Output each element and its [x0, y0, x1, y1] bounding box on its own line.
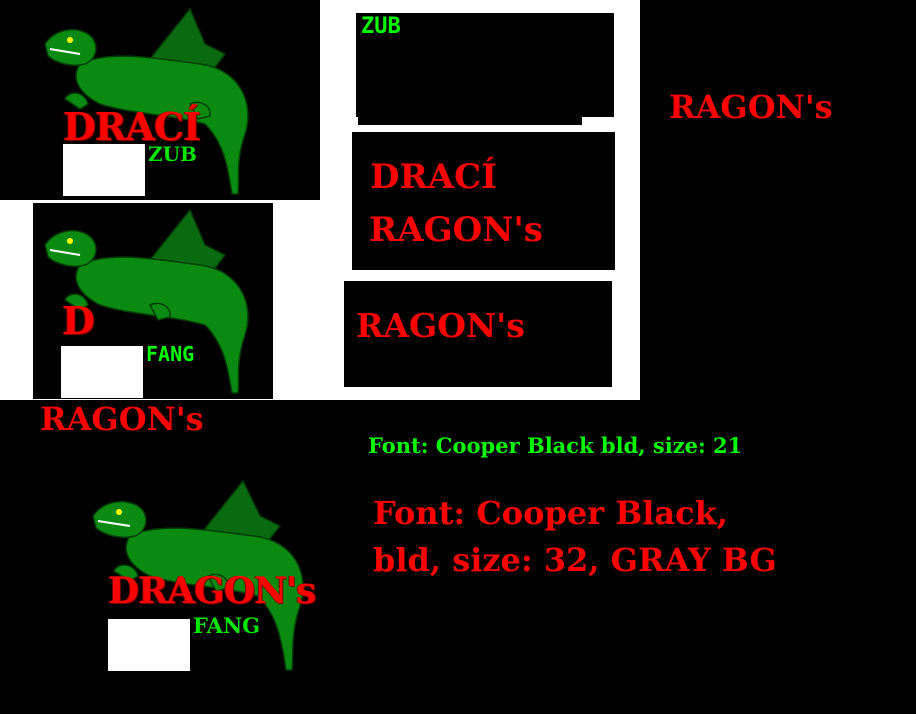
box-zub-text: ZUB	[361, 14, 401, 39]
box-zub-underline	[358, 117, 582, 125]
left-ragon-text: RAGON's	[40, 400, 204, 438]
box-ragon-text: RAGON's	[356, 306, 525, 345]
box-draci-line-1: DRACÍ	[370, 157, 498, 197]
panel-2-main-word: D	[62, 298, 95, 343]
right-ragon-text: RAGON's	[669, 88, 833, 126]
font-note-large-line-2: bld, size: 32, GRAY BG	[373, 541, 777, 579]
logo-large-white-patch	[108, 619, 190, 671]
logo-large-main-word: DRAGON's	[108, 570, 316, 612]
panel-2-white-patch	[61, 346, 143, 398]
font-note-small: Font: Cooper Black bld, size: 21	[368, 433, 743, 458]
panel-1-white-patch	[63, 144, 145, 196]
box-draci-line-2: RAGON's	[369, 210, 543, 250]
panel-1-sub-word: ZUB	[148, 142, 197, 166]
panel-2-sub-word: FANG	[146, 342, 195, 366]
font-note-large-line-1: Font: Cooper Black,	[373, 494, 728, 532]
logo-large-sub-word: FANG	[193, 613, 261, 638]
